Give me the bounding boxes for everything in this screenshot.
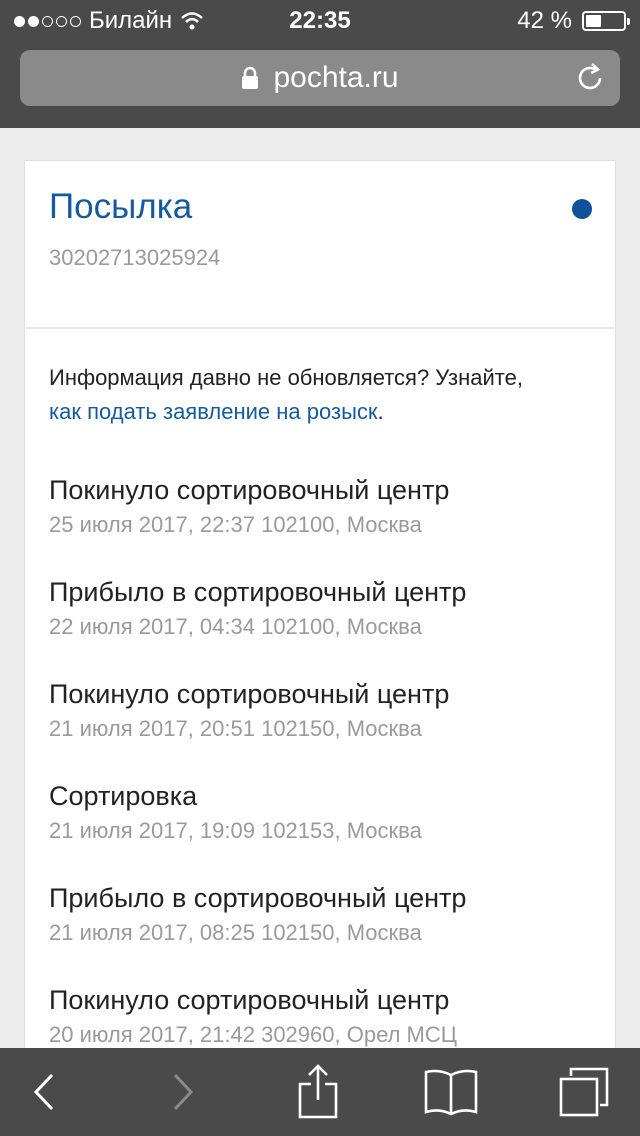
status-indicator (572, 199, 592, 219)
tracking-number: 30202713025924 (49, 245, 221, 270)
address-url: pochta.ru (273, 61, 399, 94)
event-title: Покинуло сортировочный центр (49, 679, 450, 709)
back-icon (33, 1073, 54, 1111)
event-title: Прибыло в сортировочный центр (49, 577, 467, 607)
status-bar: Билайн 22:35 42 % (0, 0, 640, 40)
notice-text: Информация давно не обновляется? Узнайте… (49, 365, 523, 390)
forward-button[interactable] (143, 1048, 223, 1136)
event-item: Прибыло в сортировочный центр 22 июля 20… (49, 575, 597, 677)
notice: Информация давно не обновляется? Узнайте… (49, 361, 597, 429)
browser-toolbar (0, 1048, 640, 1136)
share-icon (298, 1064, 338, 1119)
share-button[interactable] (278, 1048, 358, 1136)
bookmarks-button[interactable] (411, 1048, 491, 1136)
address-bar[interactable]: pochta.ru (20, 50, 620, 106)
lock-icon (242, 66, 259, 89)
event-title: Прибыло в сортировочный центр (49, 883, 467, 913)
bookmarks-icon (424, 1069, 478, 1116)
event-title: Покинуло сортировочный центр (49, 985, 450, 1015)
search-claim-link[interactable]: как подать заявление на розыск (49, 399, 378, 424)
event-title: Сортировка (49, 781, 198, 811)
tabs-icon (559, 1067, 609, 1117)
tabs-button[interactable] (544, 1048, 624, 1136)
back-button[interactable] (4, 1048, 84, 1136)
battery-icon (582, 11, 630, 31)
parcel-title: Посылка (49, 187, 193, 226)
event-title: Покинуло сортировочный центр (49, 475, 450, 505)
divider (25, 327, 615, 329)
event-item: Покинуло сортировочный центр 25 июля 201… (49, 473, 597, 575)
battery-group: 42 % (517, 7, 630, 35)
event-meta: 25 июля 2017, 22:37 102100, Москва (49, 512, 422, 537)
event-meta: 21 июля 2017, 19:09 102153, Москва (49, 818, 422, 843)
event-meta: 21 июля 2017, 08:25 102150, Москва (49, 920, 422, 945)
event-meta: 21 июля 2017, 20:51 102150, Москва (49, 716, 422, 741)
event-meta: 22 июля 2017, 04:34 102100, Москва (49, 614, 422, 639)
forward-icon (173, 1073, 194, 1111)
event-item: Прибыло в сортировочный центр 21 июля 20… (49, 881, 597, 983)
reload-icon[interactable] (574, 62, 606, 94)
notice-suffix: . (377, 399, 384, 424)
battery-percent: 42 % (517, 7, 572, 34)
event-item: Сортировка 21 июля 2017, 19:09 102153, М… (49, 779, 597, 881)
parcel-card: Посылка 30202713025924 Информация давно … (24, 160, 616, 1060)
event-item: Покинуло сортировочный центр 21 июля 201… (49, 677, 597, 779)
browser-top-bar: Билайн 22:35 42 % pochta.ru (0, 0, 640, 128)
tracking-events: Покинуло сортировочный центр 25 июля 201… (49, 473, 597, 1085)
